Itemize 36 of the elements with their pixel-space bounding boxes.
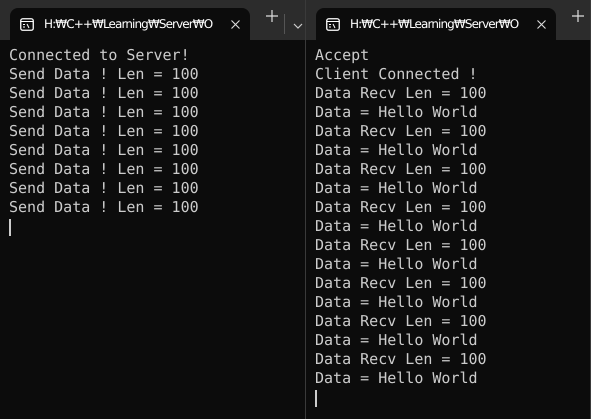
output-line: Send Data ! Len = 100 bbox=[9, 103, 200, 122]
output-line: Data = Hello World bbox=[315, 255, 479, 274]
terminal-tab[interactable]: H:₩C++₩Learning₩Server₩O bbox=[10, 8, 250, 40]
output-line: Data Recv Len = 100 bbox=[315, 274, 488, 293]
output-line: Data = Hello World bbox=[315, 293, 479, 312]
output-line: Data Recv Len = 100 bbox=[315, 160, 488, 179]
output-line: Connected to Server! bbox=[9, 46, 191, 65]
output-line: Client Connected ! bbox=[315, 65, 479, 84]
terminal-tab[interactable]: H:₩C++₩Learning₩Server₩O bbox=[316, 8, 556, 40]
output-line: Data = Hello World bbox=[315, 103, 479, 122]
chevron-down-icon[interactable] bbox=[293, 23, 303, 29]
terminal-icon bbox=[326, 18, 340, 30]
output-line: Send Data ! Len = 100 bbox=[9, 160, 200, 179]
tab-title: H:₩C++₩Learning₩Server₩O bbox=[44, 17, 214, 31]
output-line: Accept bbox=[315, 46, 370, 65]
output-line: Data = Hello World bbox=[315, 331, 479, 350]
output-line: Data Recv Len = 100 bbox=[315, 350, 488, 369]
output-line: Data = Hello World bbox=[315, 369, 479, 388]
output-line: Send Data ! Len = 100 bbox=[9, 141, 200, 160]
output-line: Data = Hello World bbox=[315, 217, 479, 236]
output-line: Send Data ! Len = 100 bbox=[9, 122, 200, 141]
terminal-icon bbox=[20, 18, 34, 30]
output-line: Data = Hello World bbox=[315, 179, 479, 198]
output-line: Send Data ! Len = 100 bbox=[9, 179, 200, 198]
output-line: Data Recv Len = 100 bbox=[315, 236, 488, 255]
close-icon[interactable] bbox=[231, 20, 240, 28]
tab-title: H:₩C++₩Learning₩Server₩O bbox=[350, 17, 520, 31]
output-line: Data Recv Len = 100 bbox=[315, 122, 488, 141]
output-line: Send Data ! Len = 100 bbox=[9, 65, 200, 84]
output-line: Data Recv Len = 100 bbox=[315, 198, 488, 217]
output-line: Send Data ! Len = 100 bbox=[9, 198, 200, 217]
close-icon[interactable] bbox=[537, 20, 546, 28]
output-line: Data Recv Len = 100 bbox=[315, 312, 488, 331]
output-line: Send Data ! Len = 100 bbox=[9, 84, 200, 103]
output-line: Data = Hello World bbox=[315, 141, 479, 160]
output-line: Data Recv Len = 100 bbox=[315, 84, 488, 103]
